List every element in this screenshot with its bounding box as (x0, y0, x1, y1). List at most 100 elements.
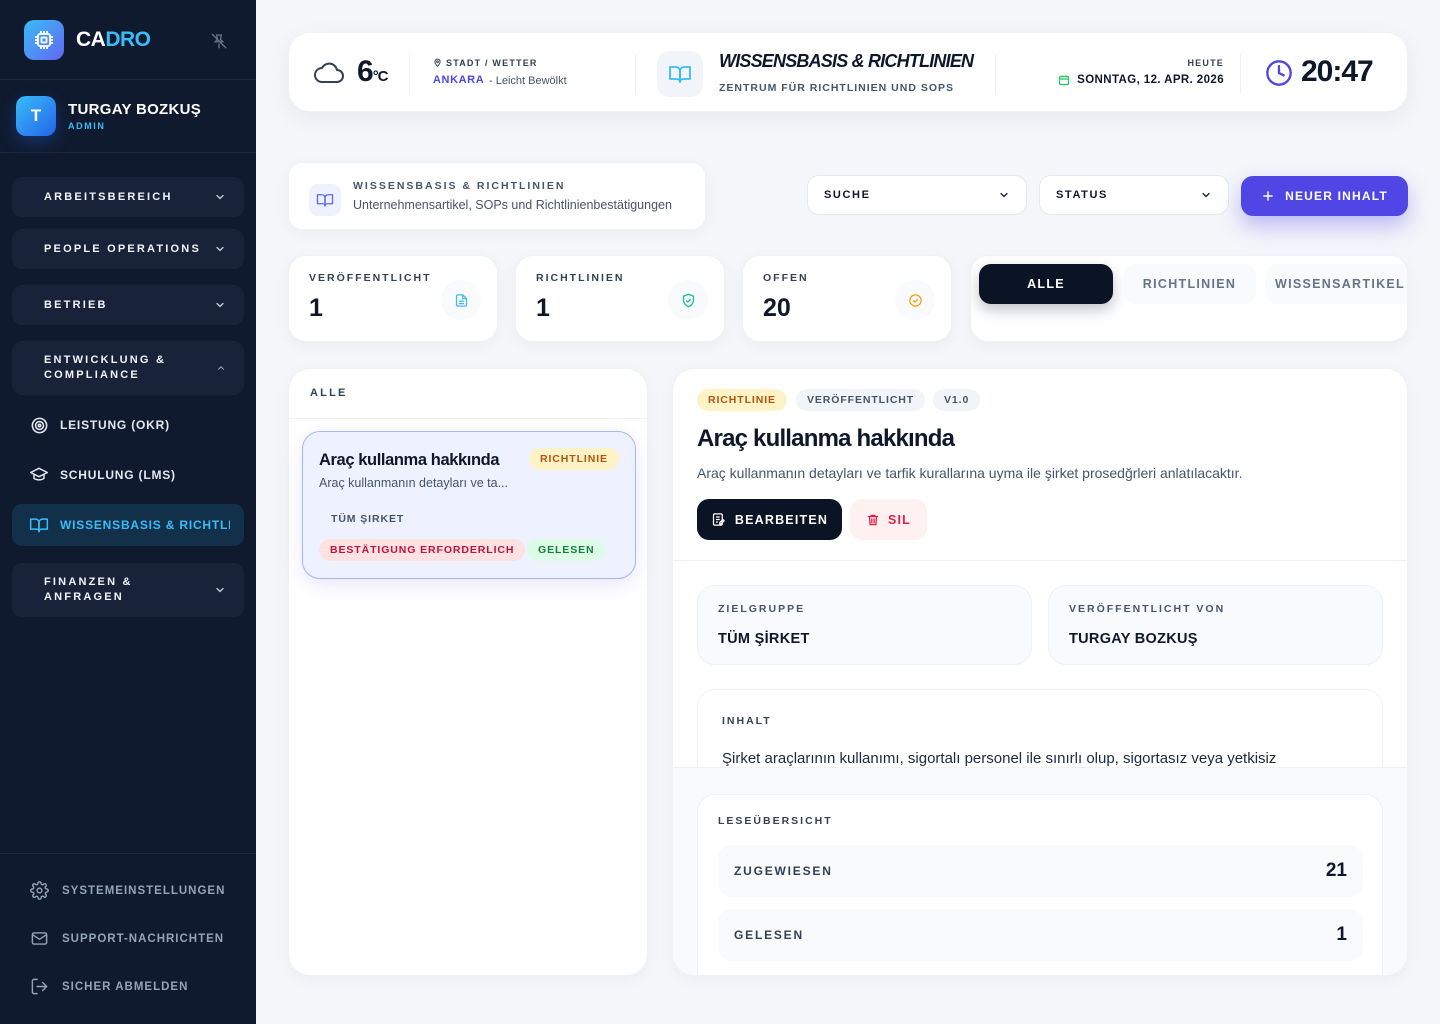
edit-document-icon (711, 512, 726, 527)
chevron-down-icon (1200, 189, 1212, 201)
edit-button[interactable]: BEARBEITEN (697, 499, 842, 540)
chevron-up-icon (216, 363, 226, 373)
reading-row-value: 1 (1336, 924, 1347, 945)
list-item[interactable]: Araç kullanma hakkında RICHTLINIE Araç k… (302, 431, 636, 579)
item-excerpt: Araç kullanmanın detayları ve ta... (319, 476, 508, 490)
current-time: 20:47 (1301, 55, 1374, 88)
separator (409, 53, 410, 93)
type-badge: RICHTLINIE (529, 448, 619, 470)
nav-group-arbeitsbereich[interactable]: ARBEITSBEREICH (12, 177, 244, 217)
audience-badge: TÜM ŞIRKET (331, 513, 405, 525)
version-badge: V1.0 (933, 389, 981, 411)
gear-icon (30, 881, 49, 900)
target-icon (29, 415, 49, 435)
chevron-down-icon (214, 584, 226, 596)
nav-group-finanzen-anfragen[interactable]: FINANZEN & ANFRAGEN (12, 563, 244, 617)
nav-group-label: ENTWICKLUNG & COMPLIANCE (44, 354, 167, 381)
sidebar-item-label: LEISTUNG (OKR) (60, 418, 170, 432)
divider (289, 418, 647, 419)
location-label: STADT / WETTER (433, 57, 538, 68)
chevron-down-icon (214, 191, 226, 203)
content-label: INHALT (722, 715, 772, 727)
new-content-button[interactable]: NEUER INHALT (1241, 176, 1408, 216)
chip-logo-icon (24, 20, 64, 60)
separator (635, 53, 636, 93)
weather-condition: - Leicht Bewölkt (489, 75, 567, 87)
list-header: ALLE (310, 387, 348, 399)
nav-group-people-operations[interactable]: PEOPLE OPERATIONS (12, 229, 244, 269)
page-subtitle: Unternehmensartikel, SOPs und Richtlinie… (353, 198, 672, 212)
stat-value: 20 (763, 294, 791, 322)
location-city: ANKARA (433, 74, 485, 86)
sidebar-footer-label: SICHER ABMELDEN (62, 980, 189, 993)
read-badge: GELESEN (527, 539, 606, 561)
check-circle-icon (895, 280, 935, 320)
divider (673, 560, 1407, 561)
filter-tabs: ALLE RICHTLINIEN WISSENSARTIKEL (970, 255, 1408, 342)
temperature: 6°C (357, 55, 389, 88)
reading-row-read: GELESEN 1 (718, 909, 1363, 961)
status-select[interactable]: STATUS (1039, 175, 1229, 215)
stat-card-open: OFFEN 20 (742, 255, 952, 342)
stat-card-published: VERÖFFENTLICHT 1 (288, 255, 498, 342)
detail-title: Araç kullanma hakkında (697, 425, 955, 452)
stat-card-policies: RICHTLINIEN 1 (515, 255, 725, 342)
unpin-sidebar-icon[interactable] (208, 30, 230, 52)
graduation-cap-icon (29, 465, 49, 485)
reading-row-assigned: ZUGEWIESEN 21 (718, 845, 1363, 897)
calendar-icon (1058, 74, 1070, 86)
tab-richtlinien[interactable]: RICHTLINIEN (1123, 264, 1256, 304)
search-select-label: SUCHE (824, 189, 871, 201)
chevron-down-icon (214, 243, 226, 255)
cloud-icon (313, 60, 345, 86)
brand[interactable]: CADRO (24, 20, 151, 60)
new-content-label: NEUER INHALT (1285, 189, 1388, 203)
sidebar-divider (0, 152, 256, 153)
status-badge: VERÖFFENTLICHT (796, 389, 926, 411)
chevron-down-icon (214, 299, 226, 311)
sidebar-footer-label: SYSTEMEINSTELLUNGEN (62, 884, 226, 897)
user-name: TURGAY BOZKUŞ (68, 101, 202, 118)
sidebar-footer-logout[interactable]: SICHER ABMELDEN (30, 977, 188, 996)
avatar: T (16, 96, 56, 136)
nav-group-entwicklung-compliance[interactable]: ENTWICKLUNG & COMPLIANCE (12, 341, 244, 395)
delete-button[interactable]: SIL (850, 499, 927, 540)
clock-icon (1265, 59, 1293, 87)
book-open-icon (29, 515, 49, 535)
user-profile[interactable]: T TURGAY BOZKUŞ ADMIN (16, 96, 201, 136)
item-title: Araç kullanma hakkında (319, 451, 500, 469)
published-by-label: VERÖFFENTLICHT VON (1069, 603, 1226, 615)
reading-row-key: GELESEN (734, 928, 804, 942)
published-by-box: VERÖFFENTLICHT VON TURGAY BOZKUŞ (1048, 585, 1383, 665)
user-role: ADMIN (68, 121, 106, 131)
content-list: ALLE Araç kullanma hakkında RICHTLINIE A… (288, 368, 648, 976)
book-open-icon (657, 51, 703, 97)
module-subtitle: ZENTRUM FÜR RICHTLINIEN UND SOPS (719, 82, 954, 94)
audience-value: TÜM ŞİRKET (718, 631, 810, 647)
tab-wissensartikel[interactable]: WISSENSARTIKEL (1265, 264, 1407, 304)
reading-overview-section: LESEÜBERSICHT ZUGEWIESEN 21 GELESEN 1 (673, 767, 1407, 975)
sidebar-item-wissensbasis[interactable]: WISSENSBASIS & RICHTLINIEN (12, 504, 244, 546)
sidebar-item-leistung[interactable]: LEISTUNG (OKR) (12, 404, 244, 446)
document-icon (441, 280, 481, 320)
confirmation-badge: BESTÄTIGUNG ERFORDERLICH (319, 539, 526, 561)
page-header: WISSENSBASIS & RICHTLINIEN Unternehmensa… (288, 162, 706, 230)
sidebar-footer-support[interactable]: SUPPORT-NACHRICHTEN (30, 929, 224, 948)
edit-button-label: BEARBEITEN (734, 512, 829, 527)
stat-value: 1 (309, 294, 323, 322)
sidebar-footer-settings[interactable]: SYSTEMEINSTELLUNGEN (30, 881, 225, 900)
separator (995, 53, 996, 93)
search-select[interactable]: SUCHE (807, 175, 1027, 215)
trash-icon (866, 513, 880, 527)
delete-button-label: SIL (887, 512, 912, 527)
module-title: WISSENSBASIS & RICHTLINIEN (719, 51, 974, 71)
tab-alle[interactable]: ALLE (979, 264, 1113, 304)
sidebar-item-schulung[interactable]: SCHULUNG (LMS) (12, 454, 244, 496)
nav-group-betrieb[interactable]: BETRIEB (12, 285, 244, 325)
date-label: HEUTE (1187, 58, 1224, 68)
brand-name: CADRO (76, 28, 151, 51)
detail-description: Araç kullanmanın detayları ve tarfik kur… (697, 465, 1243, 481)
stat-value: 1 (536, 294, 550, 322)
nav-group-label: ARBEITSBEREICH (44, 190, 173, 203)
stat-label: VERÖFFENTLICHT (309, 272, 432, 284)
